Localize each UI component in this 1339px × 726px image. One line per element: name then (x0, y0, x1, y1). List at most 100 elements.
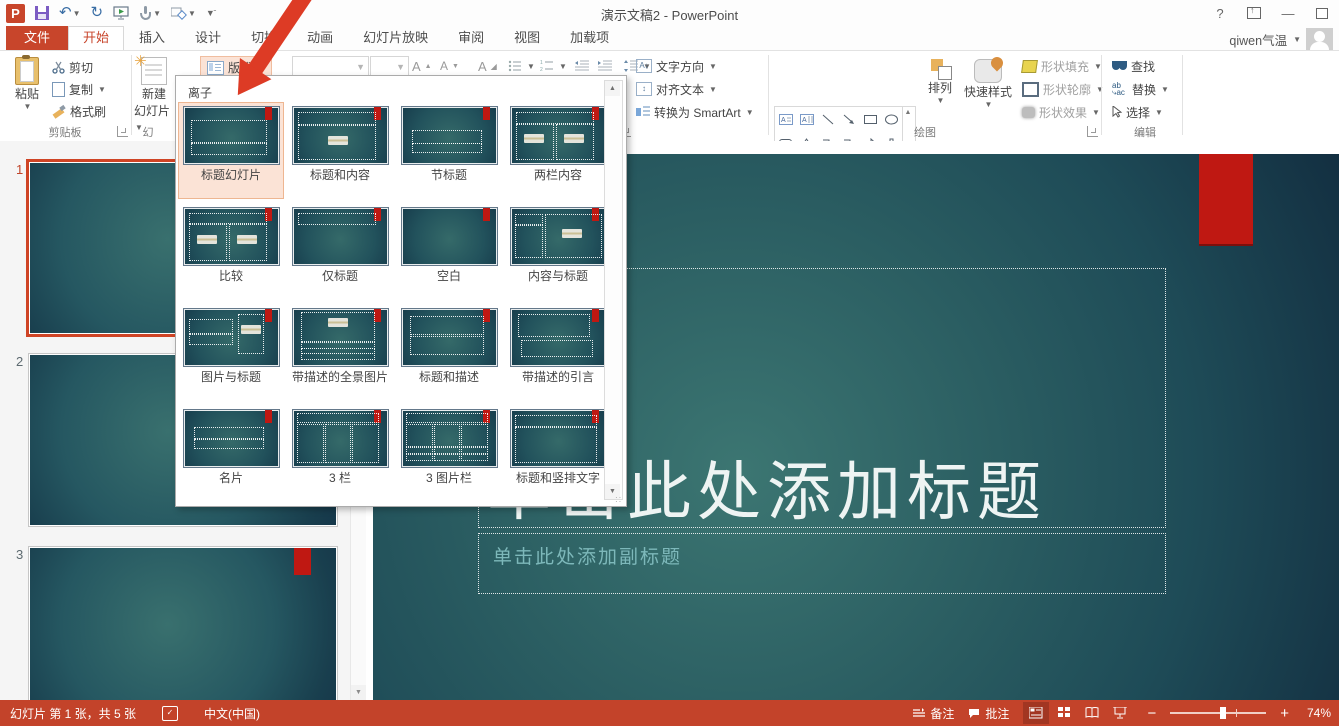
numbering-icon: 12 (540, 60, 554, 72)
ribbon-display-options-icon[interactable] (1245, 4, 1263, 22)
drawing-dialog-launcher[interactable] (1087, 126, 1098, 137)
paste-button[interactable]: 粘贴 ▼ (8, 57, 46, 111)
shape-rectangle-icon[interactable] (864, 114, 877, 125)
increase-indent-button[interactable] (598, 56, 612, 76)
layout-item-quote-caption[interactable]: 带描述的引言 (506, 305, 610, 384)
zoom-level[interactable]: 74% (1307, 706, 1331, 720)
shape-textbox-vertical-icon[interactable]: A (800, 114, 814, 125)
resize-grip-icon[interactable]: ·· ·· (615, 496, 624, 505)
normal-view-icon (1029, 707, 1043, 719)
layout-item-two-content[interactable]: 两栏内容 (506, 103, 610, 182)
layout-item-title-vertical[interactable]: 标题和竖排文字 (506, 406, 610, 485)
text-direction-button[interactable]: A↓ 文字方向▼ (636, 56, 717, 76)
language-indicator[interactable]: 中文(中国) (204, 705, 260, 722)
grow-font-button[interactable]: A▲ (412, 56, 432, 76)
layout-item-three-pic[interactable]: 3 图片栏 (397, 406, 501, 485)
shape-arrow-icon[interactable] (843, 114, 855, 125)
slide-sorter-icon (1058, 707, 1071, 719)
shape-textbox-horizontal-icon[interactable]: A (779, 114, 793, 125)
slide-sorter-view-button[interactable] (1051, 702, 1077, 724)
align-text-button[interactable]: ↕ 对齐文本▼ (636, 79, 717, 99)
tab-1[interactable]: 开始 (68, 26, 124, 50)
layout-item-section-header[interactable]: 节标题 (397, 103, 501, 182)
tab-7[interactable]: 审阅 (443, 26, 499, 50)
layout-item-title-caption[interactable]: 标题和描述 (397, 305, 501, 384)
layout-item-three-col[interactable]: 3 栏 (288, 406, 392, 485)
help-icon[interactable]: ? (1211, 4, 1229, 22)
numbering-button[interactable]: 12▼ (540, 56, 567, 76)
shape-line-icon[interactable] (822, 114, 834, 125)
slideshow-view-button[interactable] (1107, 702, 1133, 724)
comments-toggle[interactable]: 批注 (968, 705, 1009, 722)
cut-button[interactable]: 剪切 (52, 57, 93, 77)
chevron-down-icon: ▼ (24, 102, 32, 111)
shrink-font-button[interactable]: A▼ (440, 56, 459, 76)
avatar[interactable] (1306, 28, 1333, 50)
layout-item-title-content[interactable]: 标题和内容 (288, 103, 392, 182)
layout-item-content-caption[interactable]: 内容与标题 (506, 204, 610, 283)
copy-button[interactable]: 复制 ▼ (52, 79, 106, 99)
chevron-down-icon: ▼ (257, 63, 265, 72)
layout-item-label: 标题和描述 (397, 370, 501, 384)
shape-effects-button[interactable]: 形状效果▼ (1022, 102, 1100, 122)
ink-shapes-icon[interactable]: ▼ (169, 3, 198, 23)
clear-formatting-button[interactable]: A◢ (478, 56, 497, 76)
layout-item-label: 图片与标题 (179, 370, 283, 384)
tab-5[interactable]: 动画 (292, 26, 348, 50)
select-button[interactable]: 选择▼ (1112, 102, 1163, 122)
layout-item-title-slide[interactable]: 标题幻灯片 (178, 102, 284, 199)
find-button[interactable]: 查找 (1112, 56, 1155, 76)
chevron-down-icon: ▼ (1293, 35, 1301, 44)
layout-item-name-card[interactable]: 名片 (179, 406, 283, 485)
notes-toggle[interactable]: 备注 (913, 705, 954, 722)
shape-fill-button[interactable]: 形状填充▼ (1022, 56, 1102, 76)
slide-counter[interactable]: 幻灯片 第 1 张，共 5 张 (10, 705, 136, 722)
arrange-button[interactable]: 排列 ▼ (920, 59, 960, 105)
account-area[interactable]: qiwen气温 ▼ (1229, 28, 1333, 50)
quick-styles-button[interactable]: 快速样式 ▼ (962, 59, 1014, 109)
customize-qat-icon[interactable]: ▼̄ (204, 3, 217, 23)
decrease-indent-button[interactable] (575, 56, 589, 76)
tab-6[interactable]: 幻灯片放映 (348, 26, 443, 50)
powerpoint-logo-icon[interactable]: P (4, 3, 27, 23)
touch-mouse-mode-icon[interactable]: ▼ (137, 3, 163, 23)
convert-smartart-button[interactable]: 转换为 SmartArt▼ (636, 102, 754, 122)
minimize-icon[interactable]: — (1279, 4, 1297, 22)
shape-outline-button[interactable]: 形状轮廓▼ (1022, 79, 1104, 99)
layout-item-comparison[interactable]: 比较 (179, 204, 283, 283)
bullets-button[interactable]: ▼ (508, 56, 535, 76)
tab-9[interactable]: 加载项 (555, 26, 624, 50)
tab-3[interactable]: 设计 (180, 26, 236, 50)
reading-view-button[interactable] (1079, 702, 1105, 724)
new-slide-button[interactable]: 新建 幻灯片 ▼ (134, 57, 174, 133)
format-painter-button[interactable]: 格式刷 (52, 101, 106, 121)
scroll-down-icon[interactable]: ▼ (351, 685, 366, 700)
layout-item-panoramic[interactable]: 带描述的全景图片 (288, 305, 392, 384)
save-icon[interactable] (33, 3, 51, 23)
zoom-slider-thumb[interactable] (1220, 707, 1226, 719)
tab-2[interactable]: 插入 (124, 26, 180, 50)
normal-view-button[interactable] (1023, 702, 1049, 724)
zoom-slider[interactable] (1170, 712, 1266, 714)
zoom-in-button[interactable]: + (1280, 705, 1289, 722)
start-slideshow-icon[interactable] (111, 3, 131, 23)
layout-item-picture-caption[interactable]: 图片与标题 (179, 305, 283, 384)
tab-0[interactable]: 文件 (6, 26, 68, 50)
tab-8[interactable]: 视图 (499, 26, 555, 50)
zoom-out-button[interactable]: − (1147, 705, 1156, 722)
restore-icon[interactable] (1313, 4, 1331, 22)
subtitle-placeholder[interactable]: 单击此处添加副标题 (478, 533, 1166, 594)
slide-thumbnail-3[interactable]: 3 (28, 546, 338, 720)
tab-4[interactable]: 切换 (236, 26, 292, 50)
view-buttons (1023, 702, 1133, 724)
layout-item-title-only[interactable]: 仅标题 (288, 204, 392, 283)
shape-oval-icon[interactable] (885, 114, 898, 125)
scroll-up-icon[interactable]: ▲ (605, 81, 620, 96)
replace-button[interactable]: ab⤷ac 替换▼ (1112, 79, 1169, 99)
spellcheck-icon[interactable]: ✓ (162, 706, 178, 721)
redo-icon[interactable]: ↻ (89, 3, 106, 23)
dropdown-scrollbar[interactable]: ▲ ▼ (604, 80, 623, 500)
clipboard-dialog-launcher[interactable] (117, 126, 128, 137)
undo-icon[interactable]: ↶▼ (57, 3, 83, 23)
layout-item-blank[interactable]: 空白 (397, 204, 501, 283)
